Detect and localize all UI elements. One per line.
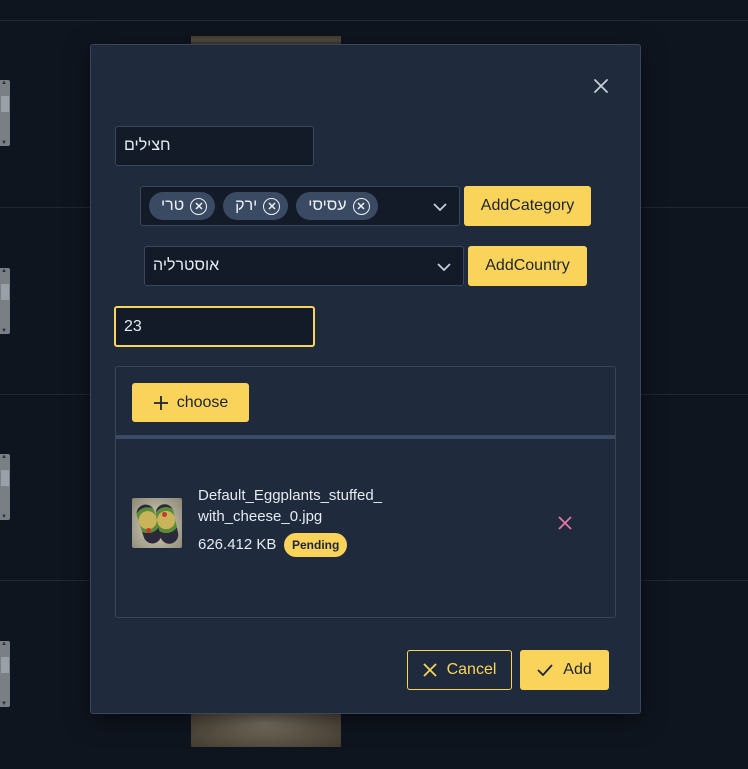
times-icon — [558, 516, 572, 530]
upload-toolbar: choose — [116, 367, 615, 439]
background-scrollbar — [0, 268, 10, 334]
category-chip: טרי — [149, 192, 216, 220]
chip-remove-button[interactable] — [352, 197, 370, 215]
circle-x-icon — [195, 202, 203, 210]
chevron-down-icon — [433, 203, 447, 212]
plus-icon — [153, 395, 168, 410]
close-icon — [594, 79, 608, 93]
category-multiselect[interactable]: טרי ירק עסיסי — [140, 186, 460, 226]
file-size: 626.412 KB — [198, 536, 277, 553]
category-chip: ירק — [223, 192, 289, 220]
chip-label: עסיסי — [308, 197, 347, 214]
status-badge: Pending — [284, 533, 348, 557]
file-thumbnail — [132, 498, 182, 548]
category-dropdown-trigger[interactable] — [431, 198, 449, 216]
country-value: אוסטרליה — [153, 257, 220, 274]
background-food-image — [191, 713, 341, 747]
add-button[interactable]: Add — [520, 650, 609, 690]
number-input[interactable] — [124, 317, 305, 336]
category-chip: עסיסי — [296, 192, 378, 220]
country-dropdown-trigger[interactable] — [435, 258, 453, 276]
number-field[interactable] — [114, 306, 315, 347]
add-dish-dialog: טרי ירק עסיסי AddCategory אוסטרליה AddC — [90, 44, 641, 714]
name-input[interactable] — [124, 137, 305, 155]
chip-label: ירק — [235, 197, 258, 214]
upload-file-list: Default_Eggplants_stuffed_with_cheese_0.… — [116, 439, 615, 615]
close-button[interactable] — [589, 74, 613, 98]
chip-remove-button[interactable] — [263, 197, 281, 215]
cancel-label: Cancel — [446, 661, 497, 678]
add-country-button[interactable]: AddCountry — [468, 246, 587, 286]
chip-remove-button[interactable] — [190, 197, 208, 215]
check-icon — [537, 664, 553, 676]
times-icon — [422, 663, 437, 677]
add-category-button[interactable]: AddCategory — [464, 186, 591, 226]
add-label: Add — [563, 661, 592, 678]
chevron-down-icon — [437, 263, 451, 272]
file-upload: choose Default_Eggplants_stuffed_with_ch… — [115, 366, 616, 618]
cancel-button[interactable]: Cancel — [407, 650, 512, 690]
country-select[interactable]: אוסטרליה — [144, 246, 464, 286]
remove-file-button[interactable] — [555, 513, 575, 533]
choose-label: choose — [176, 393, 229, 411]
circle-x-icon — [268, 202, 276, 210]
background-scrollbar — [0, 80, 10, 146]
background-divider — [0, 20, 748, 21]
background-scrollbar — [0, 641, 10, 707]
file-name: Default_Eggplants_stuffed_with_cheese_0.… — [198, 487, 383, 525]
chip-label: טרי — [161, 197, 185, 214]
choose-button[interactable]: choose — [132, 383, 249, 422]
circle-x-icon — [357, 202, 365, 210]
background-scrollbar — [0, 454, 10, 520]
name-field[interactable] — [115, 126, 314, 166]
